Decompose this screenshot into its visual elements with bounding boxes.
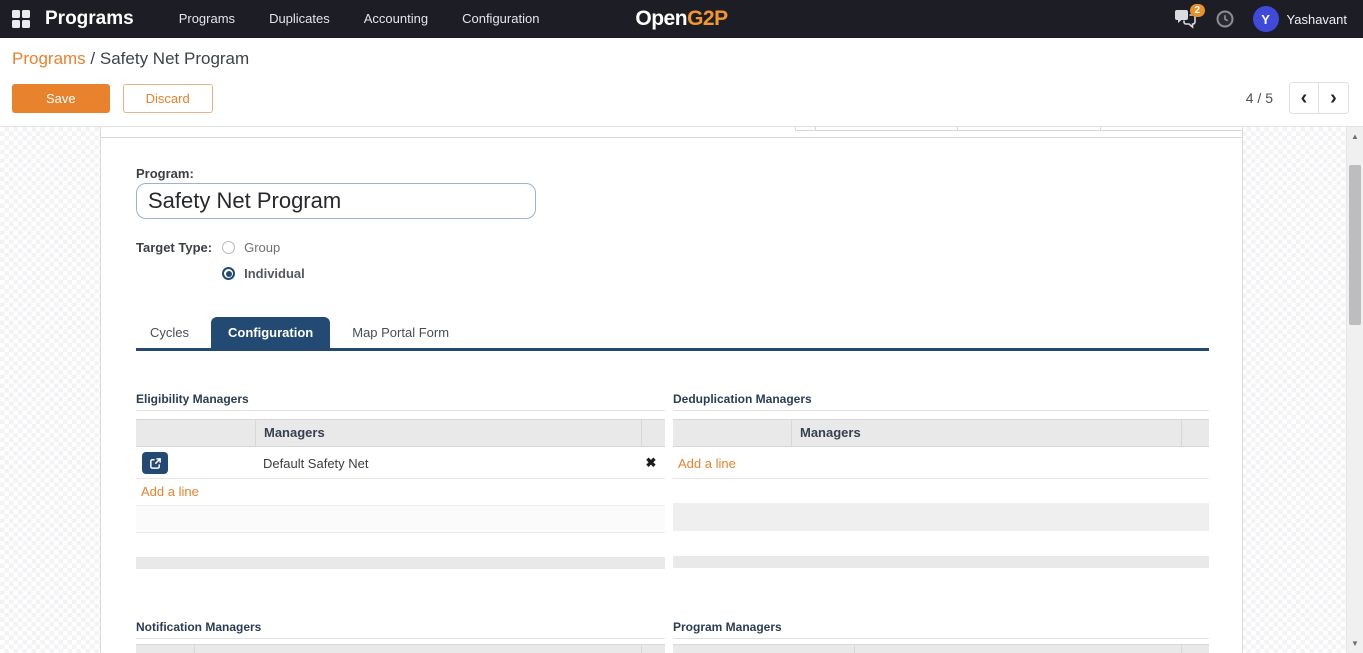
menu-item-accounting[interactable]: Accounting	[347, 0, 445, 38]
target-type-field: Target Type: Group Individual	[136, 240, 305, 281]
empty-table-row	[673, 503, 1209, 531]
breadcrumb: Programs / Safety Net Program	[12, 49, 1349, 69]
save-button[interactable]: Save	[12, 84, 110, 113]
openg2p-logo: OpenG2P	[635, 7, 727, 31]
section-divider	[673, 638, 1209, 639]
messages-icon[interactable]: 2	[1173, 8, 1197, 30]
pager-next-button[interactable]: ›	[1319, 83, 1348, 113]
deduplication-managers-title: Deduplication Managers	[673, 392, 812, 406]
managers-column-header: Managers	[255, 420, 641, 446]
pager-previous-button[interactable]: ‹	[1290, 83, 1319, 113]
sheet-top-divider	[101, 137, 1242, 138]
user-menu[interactable]: Y Yashavant	[1253, 6, 1347, 32]
record-pager-counter: 4 / 5	[1246, 90, 1273, 106]
navbar-menu: Programs Duplicates Accounting Configura…	[162, 0, 557, 38]
stat-button-cycles[interactable]: Cycles	[1100, 127, 1242, 130]
discard-button[interactable]: Discard	[123, 84, 213, 113]
messages-count-badge: 2	[1190, 4, 1205, 17]
radio-option-group[interactable]: Group	[222, 240, 305, 255]
form-view-area: Duplicates Beneficiaries Cycles Program:…	[0, 127, 1363, 653]
table-footer-bar	[136, 557, 665, 569]
vertical-scrollbar[interactable]: ▲ ▼	[1346, 127, 1363, 653]
tab-cycles[interactable]: Cycles	[136, 317, 203, 348]
breadcrumb-programs-link[interactable]: Programs	[12, 49, 86, 68]
eligibility-add-a-line-link[interactable]: Add a line	[141, 484, 199, 499]
scroll-up-icon[interactable]: ▲	[1347, 132, 1363, 141]
menu-item-programs[interactable]: Programs	[162, 0, 252, 38]
chevron-right-icon: ›	[1330, 87, 1337, 110]
scroll-down-icon[interactable]: ▼	[1347, 639, 1363, 648]
program-managers-title: Program Managers	[673, 620, 782, 634]
radio-selected-icon	[222, 267, 235, 280]
section-divider	[136, 638, 665, 639]
program-field-label: Program:	[136, 166, 194, 181]
menu-item-duplicates[interactable]: Duplicates	[252, 0, 347, 38]
scrollbar-thumb[interactable]	[1349, 165, 1361, 325]
breadcrumb-current: Safety Net Program	[100, 49, 249, 68]
notification-table-header	[136, 644, 665, 653]
activity-clock-icon[interactable]	[1215, 9, 1235, 29]
menu-item-configuration[interactable]: Configuration	[445, 0, 556, 38]
tab-map-portal-form[interactable]: Map Portal Form	[338, 317, 463, 348]
radio-unselected-icon	[222, 241, 235, 254]
user-name: Yashavant	[1287, 12, 1347, 27]
eligibility-manager-row[interactable]: Default Safety Net ✖	[136, 448, 665, 479]
radio-option-individual[interactable]: Individual	[222, 266, 305, 281]
open-record-button[interactable]	[142, 452, 168, 474]
table-footer-bar	[673, 556, 1209, 568]
notification-managers-title: Notification Managers	[136, 620, 261, 634]
deduplication-add-row: Add a line	[673, 448, 1209, 479]
control-panel: Programs / Safety Net Program Save Disca…	[0, 38, 1363, 127]
stat-button-beneficiaries[interactable]: Beneficiaries	[957, 127, 1099, 130]
breadcrumb-separator: /	[90, 49, 95, 68]
program-table-header	[673, 644, 1209, 653]
notebook-tabs: Cycles Configuration Map Portal Form	[136, 317, 463, 348]
target-type-label: Target Type:	[136, 240, 212, 281]
external-link-icon	[149, 457, 162, 470]
apps-grid-icon[interactable]	[12, 10, 30, 28]
stat-spacer	[795, 127, 815, 130]
top-navbar: Programs Programs Duplicates Accounting …	[0, 0, 1363, 38]
stat-button-box: Duplicates Beneficiaries Cycles	[795, 127, 1242, 131]
deduplication-add-a-line-link[interactable]: Add a line	[678, 456, 736, 471]
managers-column-header: Managers	[791, 420, 1181, 446]
tabs-underline	[136, 348, 1209, 351]
form-sheet: Duplicates Beneficiaries Cycles Program:…	[100, 127, 1243, 653]
eligibility-table-header: Managers	[136, 419, 665, 447]
section-divider	[673, 410, 1209, 411]
manager-name-cell: Default Safety Net	[263, 456, 369, 471]
user-avatar: Y	[1253, 6, 1279, 32]
chevron-left-icon: ‹	[1301, 87, 1308, 110]
deduplication-table-header: Managers	[673, 419, 1209, 447]
program-name-input[interactable]	[136, 183, 536, 219]
app-title: Programs	[45, 8, 134, 30]
empty-table-row	[136, 505, 665, 533]
section-divider	[136, 410, 665, 411]
delete-row-icon[interactable]: ✖	[637, 455, 665, 471]
stat-button-duplicates[interactable]: Duplicates	[815, 127, 957, 130]
tab-configuration[interactable]: Configuration	[211, 317, 330, 348]
eligibility-managers-title: Eligibility Managers	[136, 392, 249, 406]
